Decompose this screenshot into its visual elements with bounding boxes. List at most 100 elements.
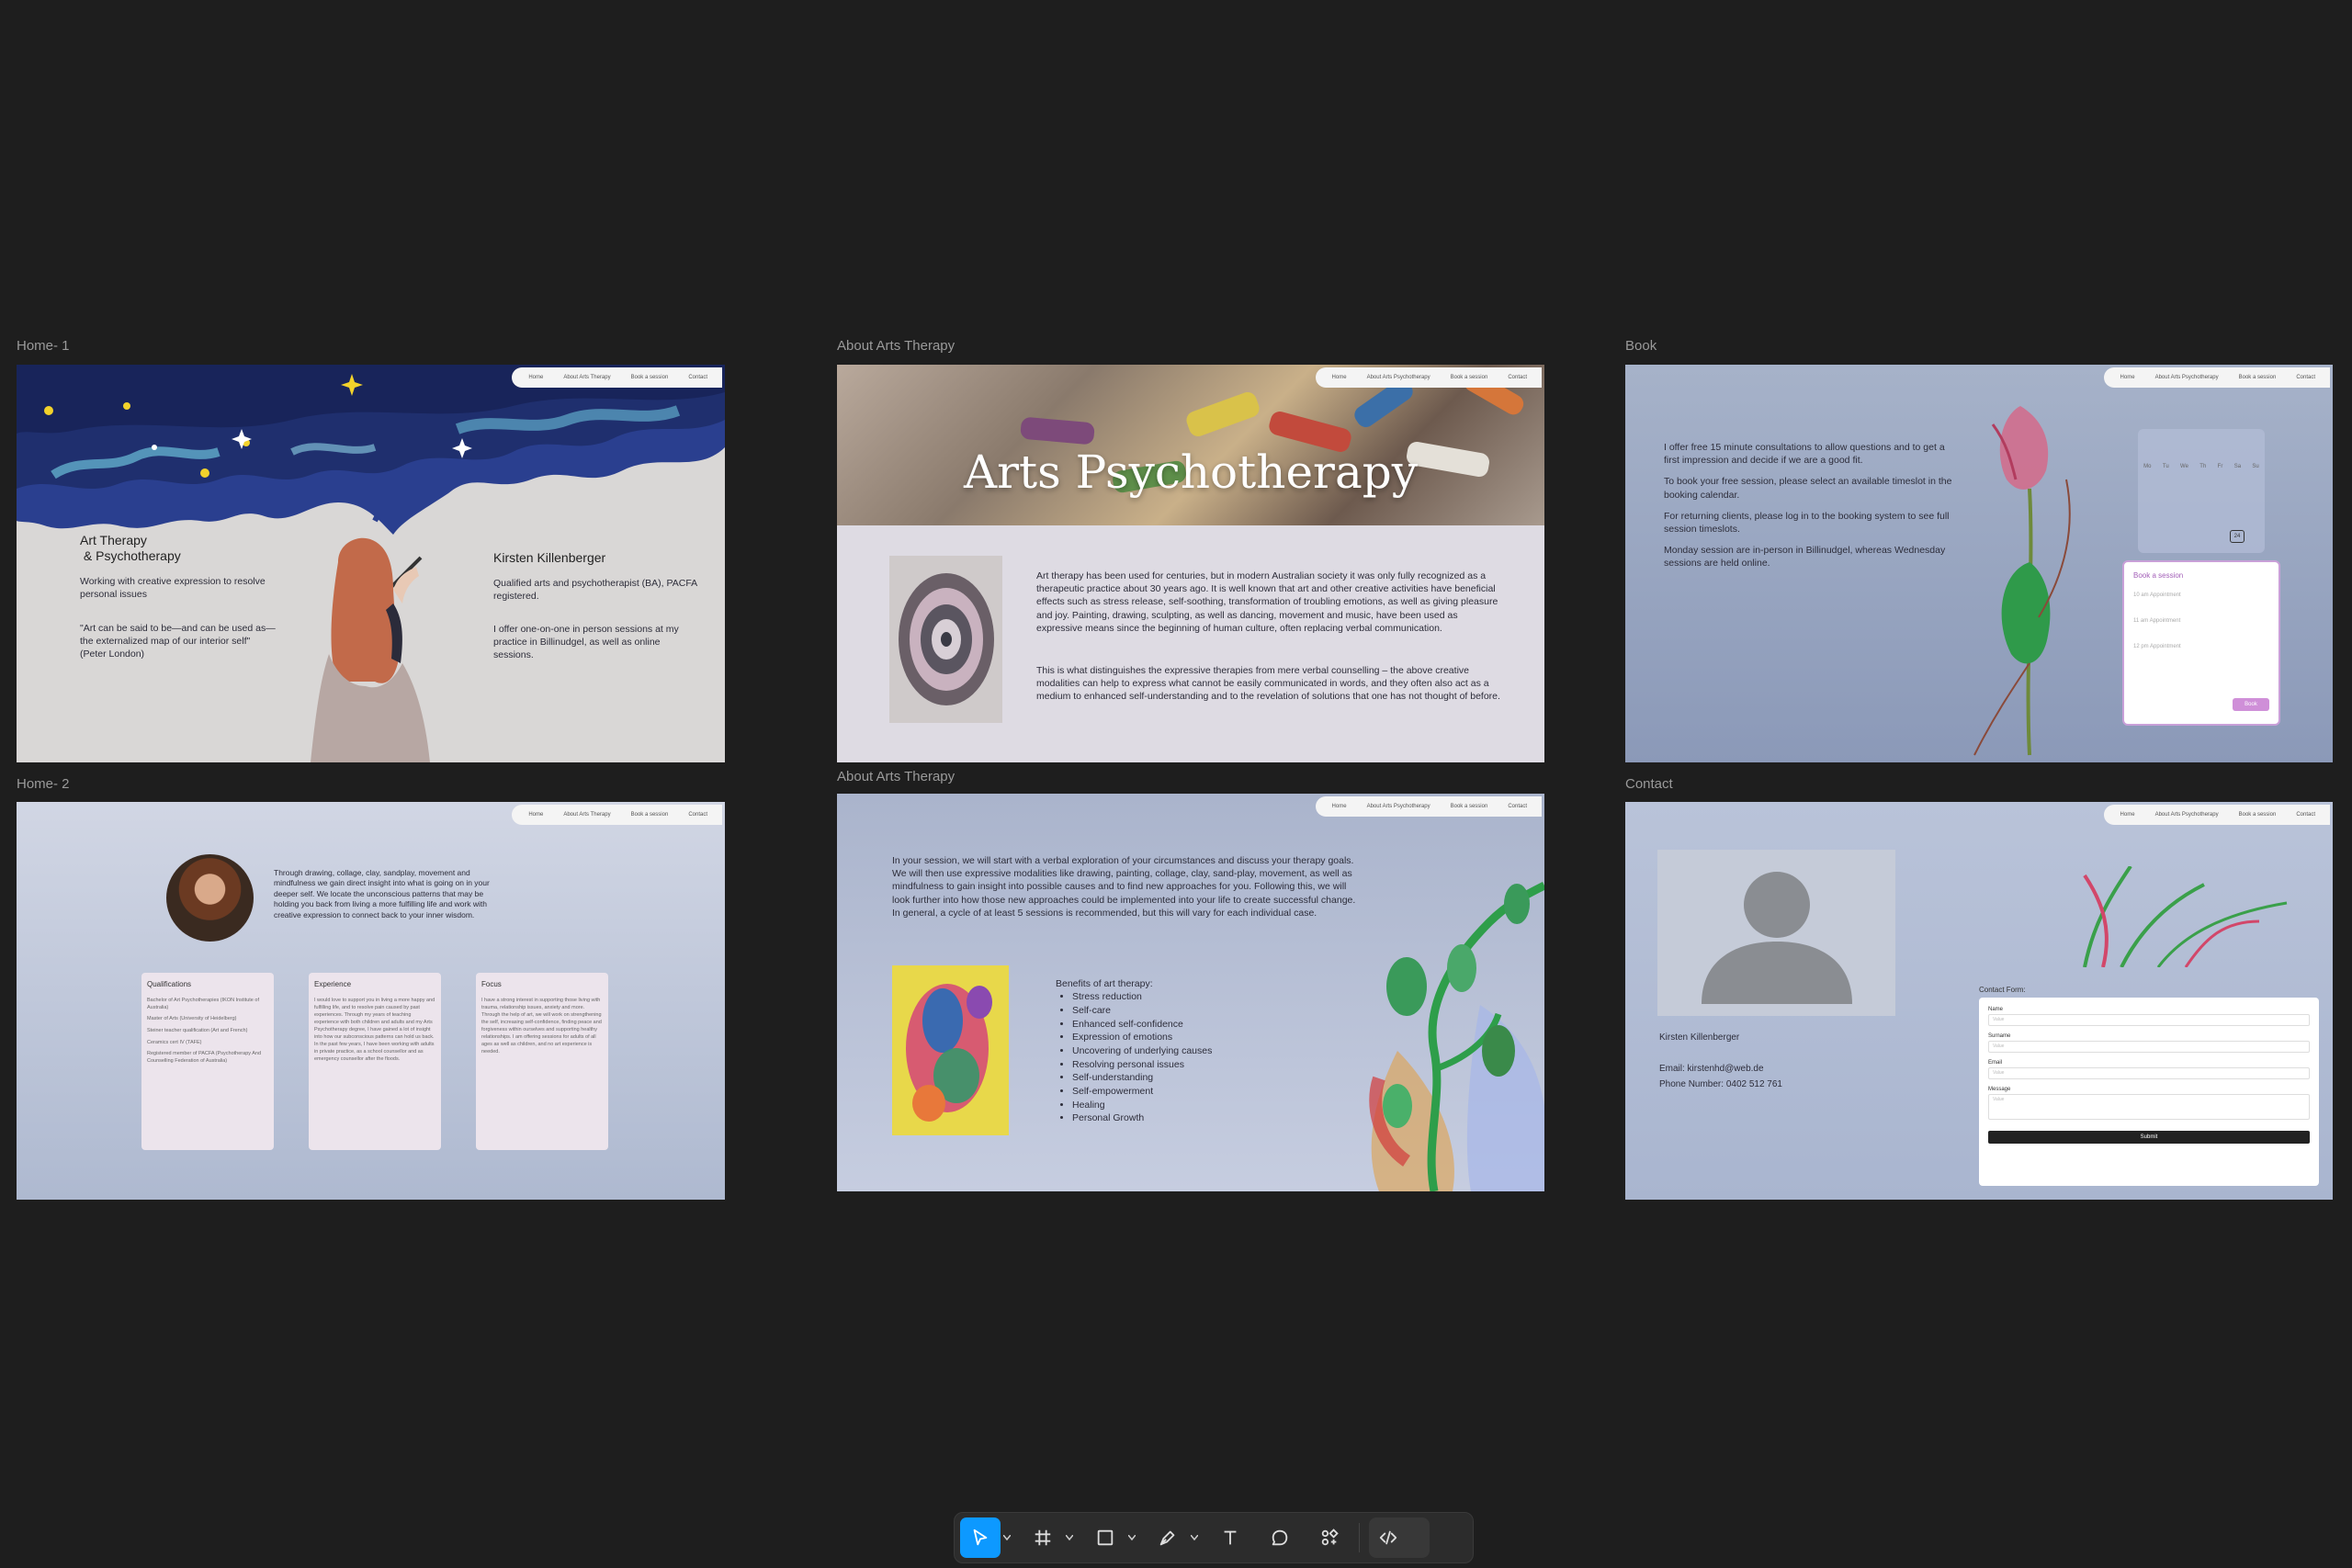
calendar-selected-day[interactable]: 24 [2230,530,2245,543]
nav-about[interactable]: About Arts Psychotherapy [2155,812,2219,818]
book-button[interactable]: Book [2233,698,2269,711]
frame-label-about2[interactable]: About Arts Therapy [837,769,955,784]
about2-intro: In your session, we will start with a ve… [892,855,1356,919]
pen-tool-button[interactable] [1148,1517,1188,1558]
nav-home[interactable]: Home [528,812,543,818]
form-title: Contact Form: [1979,986,2026,994]
frame-label-home1[interactable]: Home- 1 [17,338,70,354]
nav-book[interactable]: Book a session [2239,812,2277,818]
book-paragraph2: To book your free session, please select… [1664,476,1952,501]
toolbar-divider [1359,1523,1360,1552]
slot-11am[interactable]: 11 am Appointment [2133,618,2269,624]
about1-paragraph1: Art therapy has been used for centuries,… [1036,570,1498,634]
home1-offer: I offer one-on-one in person sessions at… [493,624,679,661]
booking-calendar[interactable]: Mo Tu We Th Fr Sa Su 24 [2138,429,2265,553]
code-icon [1379,1530,1397,1545]
frame-label-about1[interactable]: About Arts Therapy [837,338,955,354]
submit-button[interactable]: Submit [1988,1131,2310,1144]
slot-10am[interactable]: 10 am Appointment [2133,592,2269,598]
nav-home[interactable]: Home [1332,804,1347,809]
nav-about[interactable]: About Arts Therapy [563,375,610,380]
components-tool-button[interactable] [1309,1517,1350,1558]
home2-nav: Home About Arts Therapy Book a session C… [512,805,722,825]
frame-label-book[interactable]: Book [1625,338,1657,354]
frame-label-home2[interactable]: Home- 2 [17,776,70,792]
surname-field[interactable]: Value [1988,1041,2310,1053]
contact-phone[interactable]: Phone Number: 0402 512 761 [1659,1078,1782,1091]
nav-home[interactable]: Home [2120,375,2135,380]
nav-contact[interactable]: Contact [1508,375,1527,380]
home1-title: Art Therapy & Psychotherapy [80,533,181,563]
chevron-down-icon[interactable] [1125,1535,1138,1540]
nav-home[interactable]: Home [1332,375,1347,380]
benefit-item: Healing [1072,1099,1295,1112]
nav-contact[interactable]: Contact [2296,375,2315,380]
frame-about2[interactable]: Home About Arts Psychotherapy Book a ses… [837,794,1544,1191]
nav-book[interactable]: Book a session [1451,375,1488,380]
home1-name: Kirsten Killenberger [493,550,606,565]
list-item: Steiner teacher qualification (Art and F… [147,1028,248,1034]
nav-home[interactable]: Home [2120,812,2135,818]
about1-heading: Arts Psychotherapy [963,446,1419,499]
nav-about[interactable]: About Arts Psychotherapy [1367,804,1430,809]
frame-home2[interactable]: Home About Arts Therapy Book a session C… [17,802,725,1200]
popup-title: Book a session [2133,571,2184,580]
contact-email[interactable]: Email: kirstenhd@web.de [1659,1063,1764,1076]
chevron-down-icon[interactable] [1188,1535,1201,1540]
nav-contact[interactable]: Contact [1508,804,1527,809]
plant-drawing [2083,866,2288,967]
nav-home[interactable]: Home [528,375,543,380]
focus-text: I have a strong interest in supporting t… [481,998,602,1055]
frame-label-contact[interactable]: Contact [1625,776,1673,792]
name-field[interactable]: Value [1988,1014,2310,1026]
nav-about[interactable]: About Arts Therapy [563,812,610,818]
field-label: Name [1988,1007,2004,1012]
about1-paragraph2: This is what distinguishes the expressiv… [1036,665,1500,703]
frame-home1[interactable]: Home About Arts Therapy Book a session C… [17,365,725,762]
book-nav: Home About Arts Psychotherapy Book a ses… [2103,367,2330,388]
email-field[interactable]: Value [1988,1067,2310,1079]
chevron-down-icon[interactable] [1063,1535,1076,1540]
benefit-item: Personal Growth [1072,1111,1295,1125]
frame-tool-button[interactable] [1023,1517,1063,1558]
frame-about1[interactable]: Arts Psychotherapy Home About Arts Psych… [837,365,1544,762]
contact-nav: Home About Arts Psychotherapy Book a ses… [2103,805,2330,825]
tulip-drawing [1973,406,2071,756]
frame-icon [1035,1529,1051,1546]
benefit-item: Resolving personal issues [1072,1058,1295,1072]
nav-book[interactable]: Book a session [631,812,669,818]
about2-nav: Home About Arts Psychotherapy Book a ses… [1315,796,1542,817]
nav-contact[interactable]: Contact [688,375,707,380]
benefits-title: Benefits of art therapy: [1056,978,1153,989]
frame-book[interactable]: Home About Arts Psychotherapy Book a ses… [1625,365,2333,762]
nav-book[interactable]: Book a session [631,375,669,380]
components-icon [1321,1529,1339,1546]
home1-quote: "Art can be said to be—and can be used a… [80,623,276,660]
nav-contact[interactable]: Contact [688,812,707,818]
rectangle-icon [1097,1529,1114,1546]
woman-painting-illustration [311,537,430,762]
nav-contact[interactable]: Contact [2296,812,2315,818]
nav-book[interactable]: Book a session [2239,375,2277,380]
comment-tool-button[interactable] [1260,1517,1300,1558]
book-paragraph3: For returning clients, please log in to … [1664,510,1950,535]
move-tool-button[interactable] [960,1517,1001,1558]
home1-nav: Home About Arts Therapy Book a session C… [512,367,722,388]
figma-toolbar [954,1512,1474,1563]
benefit-item: Expression of emotions [1072,1031,1295,1044]
slot-12pm[interactable]: 12 pm Appointment [2133,644,2269,649]
home2-intro: Through drawing, collage, clay, sandplay… [274,868,490,919]
chevron-down-icon[interactable] [1001,1535,1013,1540]
benefit-item: Self-understanding [1072,1071,1295,1085]
nav-about[interactable]: About Arts Psychotherapy [2155,375,2219,380]
nav-book[interactable]: Book a session [1451,804,1488,809]
qualifications-card: Qualifications Bachelor of Art Psychothe… [141,973,274,1150]
shape-tool-button[interactable] [1085,1517,1125,1558]
comment-icon [1272,1529,1288,1546]
message-field[interactable]: Value [1988,1094,2310,1120]
nav-about[interactable]: About Arts Psychotherapy [1367,375,1430,380]
frame-contact[interactable]: Home About Arts Psychotherapy Book a ses… [1625,802,2333,1200]
text-tool-button[interactable] [1210,1517,1250,1558]
focus-card: Focus I have a strong interest in suppor… [476,973,608,1150]
dev-mode-toggle[interactable] [1369,1517,1430,1558]
